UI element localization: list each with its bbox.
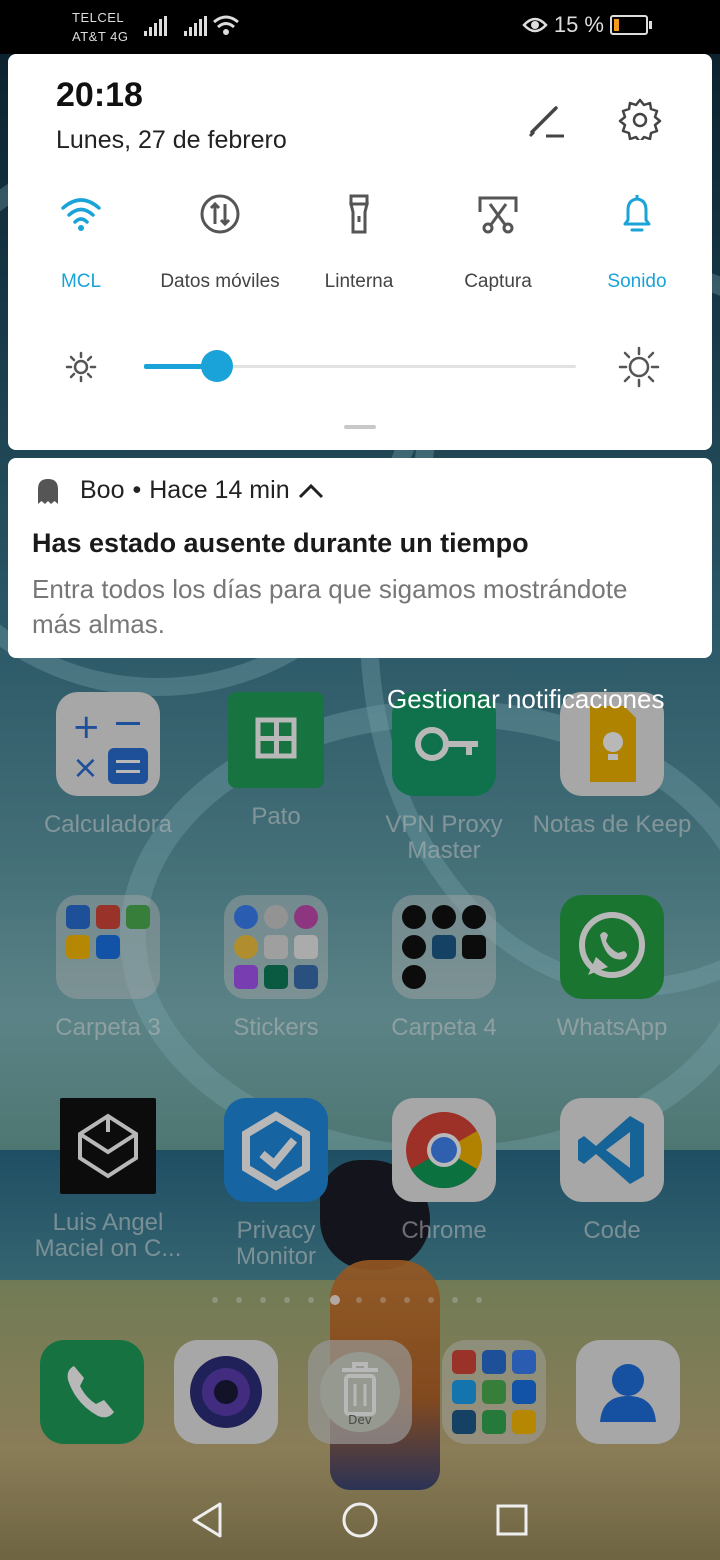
chevron-up-icon[interactable] — [298, 482, 324, 500]
tile-sound[interactable]: Sonido — [567, 192, 707, 293]
back-icon[interactable] — [186, 1498, 230, 1542]
notification-header: Boo • Hace 14 min — [80, 476, 324, 505]
edit-icon[interactable] — [522, 98, 566, 142]
carrier-info: TELCEL AT&T 4G — [72, 8, 128, 46]
tile-screenshot[interactable]: Captura — [428, 192, 568, 293]
notification-app-name: Boo — [80, 476, 125, 504]
gear-icon[interactable] — [618, 96, 662, 140]
tile-label: Linterna — [324, 271, 394, 292]
flashlight-icon — [349, 194, 369, 234]
tile-wifi[interactable]: MCL — [11, 192, 151, 293]
battery-icon — [610, 15, 652, 35]
battery-percentage: 15 % — [553, 12, 604, 37]
status-bar: TELCEL AT&T 4G 15 % — [0, 0, 720, 54]
navigation-bar — [0, 1480, 720, 1560]
brightness-low-icon — [65, 351, 97, 383]
quick-settings-panel: 20:18 Lunes, 27 de febrero MCL Datos móv… — [8, 54, 712, 450]
eye-comfort-icon — [522, 17, 548, 33]
status-right: 15 % — [522, 12, 652, 38]
bell-icon — [623, 195, 651, 232]
wifi-icon — [213, 15, 239, 35]
signal-icon — [184, 16, 208, 36]
notification-card[interactable]: Boo • Hace 14 min Has estado ausente dur… — [8, 458, 712, 658]
tile-label: Captura — [464, 271, 532, 292]
wifi-icon — [61, 198, 101, 231]
brightness-high-icon — [618, 346, 660, 388]
notification-time: Hace 14 min — [149, 476, 290, 504]
brightness-slider-thumb[interactable] — [201, 350, 234, 382]
screenshot-icon — [478, 196, 518, 234]
tile-mobile-data[interactable]: Datos móviles — [150, 192, 290, 293]
notification-title: Has estado ausente durante un tiempo — [32, 528, 529, 558]
separator-dot: • — [132, 476, 142, 504]
tile-flashlight[interactable]: Linterna — [289, 192, 429, 293]
tile-label: MCL — [60, 271, 102, 292]
date[interactable]: Lunes, 27 de febrero — [56, 126, 287, 155]
tile-label: Datos móviles — [160, 271, 280, 292]
notification-text: Entra todos los días para que sigamos mo… — [32, 574, 628, 639]
mobile-data-icon — [200, 194, 240, 234]
signal-icon — [144, 16, 168, 36]
manage-notifications-link[interactable]: Gestionar notificaciones — [387, 684, 664, 715]
panel-drag-handle[interactable] — [344, 425, 376, 429]
carrier-1: TELCEL — [72, 10, 125, 25]
ghost-icon — [38, 479, 58, 504]
carrier-2: AT&T 4G — [72, 29, 129, 44]
recents-icon[interactable] — [490, 1498, 534, 1542]
tile-label: Sonido — [607, 271, 667, 292]
clock[interactable]: 20:18 — [56, 76, 143, 115]
home-icon[interactable] — [338, 1498, 382, 1542]
